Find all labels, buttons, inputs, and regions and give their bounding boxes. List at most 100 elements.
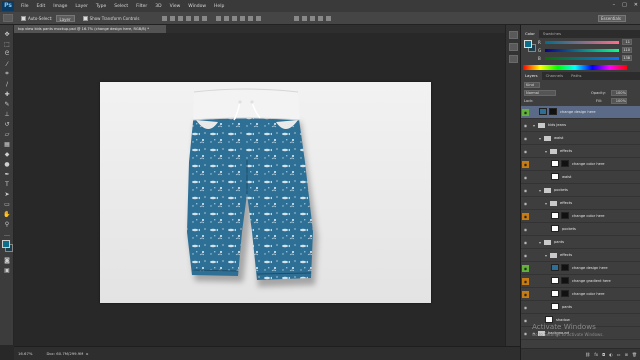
- distribute-left-icon[interactable]: [240, 15, 246, 21]
- menu-filter[interactable]: Filter: [136, 4, 147, 9]
- move-tool-icon[interactable]: ✥: [2, 30, 12, 38]
- expand-arrow-icon[interactable]: ▾: [539, 136, 541, 141]
- layer-row[interactable]: ◉ ▾ kids jeans: [521, 119, 640, 132]
- distribute-right-icon[interactable]: [256, 15, 262, 21]
- visibility-eye-icon[interactable]: ◉: [522, 278, 529, 285]
- link-layers-icon[interactable]: ⛓: [585, 352, 590, 357]
- menu-3d[interactable]: 3D: [155, 4, 161, 9]
- zoom-tool-icon[interactable]: ⚲: [2, 220, 12, 228]
- trash-icon[interactable]: 🗑: [632, 352, 637, 357]
- menu-type[interactable]: Type: [96, 4, 106, 9]
- history-panel-icon[interactable]: [509, 31, 518, 39]
- layer-row[interactable]: ◉ ▾ pockets: [521, 184, 640, 197]
- layer-row[interactable]: ◉ change color here: [521, 210, 640, 223]
- adjustments-panel-icon[interactable]: [509, 55, 518, 63]
- blur-tool-icon[interactable]: ◆: [2, 150, 12, 158]
- properties-panel-icon[interactable]: [509, 43, 518, 51]
- tab-channels[interactable]: Channels: [542, 72, 568, 80]
- layer-row[interactable]: ◉ pants: [521, 301, 640, 314]
- expand-arrow-icon[interactable]: ▾: [545, 253, 547, 258]
- color-swatches-preview[interactable]: [524, 40, 536, 52]
- layer-row[interactable]: ◉ ▾ waist: [521, 132, 640, 145]
- tab-paths[interactable]: Paths: [567, 72, 585, 80]
- layer-mask-thumbnail[interactable]: [549, 108, 557, 115]
- filter-kind-dropdown[interactable]: Kind: [524, 82, 540, 88]
- layer-row[interactable]: ◉ waist: [521, 171, 640, 184]
- distribute-bottom-icon[interactable]: [232, 15, 238, 21]
- align-left-icon[interactable]: [186, 15, 192, 21]
- visibility-eye-icon[interactable]: ◉: [522, 226, 529, 233]
- expand-arrow-icon[interactable]: ▾: [539, 188, 541, 193]
- expand-arrow-icon[interactable]: ▾: [545, 201, 547, 206]
- layer-row[interactable]: ◉ change design here: [521, 106, 640, 119]
- align-bottom-icon[interactable]: [178, 15, 184, 21]
- visibility-eye-icon[interactable]: ◉: [522, 265, 529, 272]
- panel-foreground-swatch[interactable]: [524, 40, 532, 48]
- visibility-eye-icon[interactable]: ◉: [522, 174, 529, 181]
- opacity-field[interactable]: 100%: [611, 90, 627, 96]
- transform-controls-checkbox[interactable]: [82, 15, 88, 21]
- minimize-button[interactable]: –: [613, 2, 616, 8]
- visibility-eye-icon[interactable]: ◉: [522, 213, 529, 220]
- visibility-eye-icon[interactable]: ◉: [522, 187, 529, 194]
- visibility-eye-icon[interactable]: ◉: [522, 148, 529, 155]
- visibility-eye-icon[interactable]: ◉: [522, 109, 529, 116]
- path-select-tool-icon[interactable]: ➤: [2, 190, 12, 198]
- brush-tool-icon[interactable]: ✎: [2, 100, 12, 108]
- expand-arrow-icon[interactable]: ▾: [533, 123, 535, 128]
- shape-tool-icon[interactable]: ▭: [2, 200, 12, 208]
- tab-color[interactable]: Color: [521, 30, 539, 38]
- layer-row[interactable]: ◉ ▾ effects: [521, 197, 640, 210]
- tab-swatches[interactable]: Swatches: [539, 30, 565, 38]
- type-tool-icon[interactable]: T: [2, 180, 12, 188]
- color-ramp[interactable]: [523, 65, 627, 70]
- layer-row[interactable]: ◉ ▾ effects: [521, 145, 640, 158]
- menu-help[interactable]: Help: [214, 4, 224, 9]
- expand-arrow-icon[interactable]: ▾: [539, 240, 541, 245]
- document-tab[interactable]: top view kids pants mockup.psd @ 16.7% (…: [14, 25, 166, 33]
- marquee-tool-icon[interactable]: ⬚: [2, 40, 12, 48]
- visibility-eye-icon[interactable]: ◉: [522, 122, 529, 129]
- visibility-eye-icon[interactable]: ◉: [522, 252, 529, 259]
- blue-slider[interactable]: B 138: [538, 55, 632, 61]
- tab-layers[interactable]: Layers: [521, 72, 542, 80]
- green-value[interactable]: 110: [622, 47, 632, 53]
- new-group-icon[interactable]: ▭: [617, 352, 621, 357]
- visibility-eye-icon[interactable]: ◉: [522, 304, 529, 311]
- pen-tool-icon[interactable]: ✒: [2, 170, 12, 178]
- more-tools-icon[interactable]: …: [2, 230, 12, 238]
- layer-row[interactable]: ◉ change color here: [521, 288, 640, 301]
- green-slider[interactable]: G 110: [538, 47, 632, 53]
- quick-mask-icon[interactable]: ◙: [2, 256, 12, 264]
- layer-style-icon[interactable]: fx: [594, 352, 598, 357]
- auto-select-checkbox[interactable]: [21, 15, 26, 21]
- layer-mask-thumbnail[interactable]: [561, 277, 569, 284]
- red-slider[interactable]: R 11: [538, 39, 632, 45]
- visibility-eye-icon[interactable]: ◉: [522, 161, 529, 168]
- layer-row[interactable]: ◉ pockets: [521, 223, 640, 236]
- red-value[interactable]: 11: [622, 39, 632, 45]
- layer-mask-thumbnail[interactable]: [561, 160, 569, 167]
- align-center-icon[interactable]: [194, 15, 200, 21]
- layer-mask-thumbnail[interactable]: [561, 264, 569, 271]
- lasso-tool-icon[interactable]: ᘓ: [2, 50, 12, 58]
- menu-edit[interactable]: Edit: [37, 4, 46, 9]
- layer-row[interactable]: ◉ ▾ effects: [521, 249, 640, 262]
- distribute-center-icon[interactable]: [248, 15, 254, 21]
- quick-select-tool-icon[interactable]: ⁄: [2, 60, 12, 68]
- visibility-eye-icon[interactable]: ◉: [522, 330, 529, 337]
- clone-stamp-tool-icon[interactable]: ⊥: [2, 110, 12, 118]
- menu-layer[interactable]: Layer: [75, 4, 88, 9]
- healing-brush-tool-icon[interactable]: ✚: [2, 90, 12, 98]
- distribute-middle-icon[interactable]: [224, 15, 230, 21]
- blend-mode-dropdown[interactable]: Normal: [524, 90, 556, 96]
- align-right-icon[interactable]: [202, 15, 208, 21]
- maximize-button[interactable]: □: [622, 2, 627, 8]
- eyedropper-tool-icon[interactable]: ∕: [2, 80, 12, 88]
- menu-window[interactable]: Window: [188, 4, 206, 9]
- gradient-tool-icon[interactable]: ▦: [2, 140, 12, 148]
- menu-file[interactable]: File: [21, 4, 29, 9]
- move-tool-preset-icon[interactable]: [3, 14, 13, 22]
- layer-row[interactable]: ◉ change color here: [521, 158, 640, 171]
- menu-view[interactable]: View: [170, 4, 181, 9]
